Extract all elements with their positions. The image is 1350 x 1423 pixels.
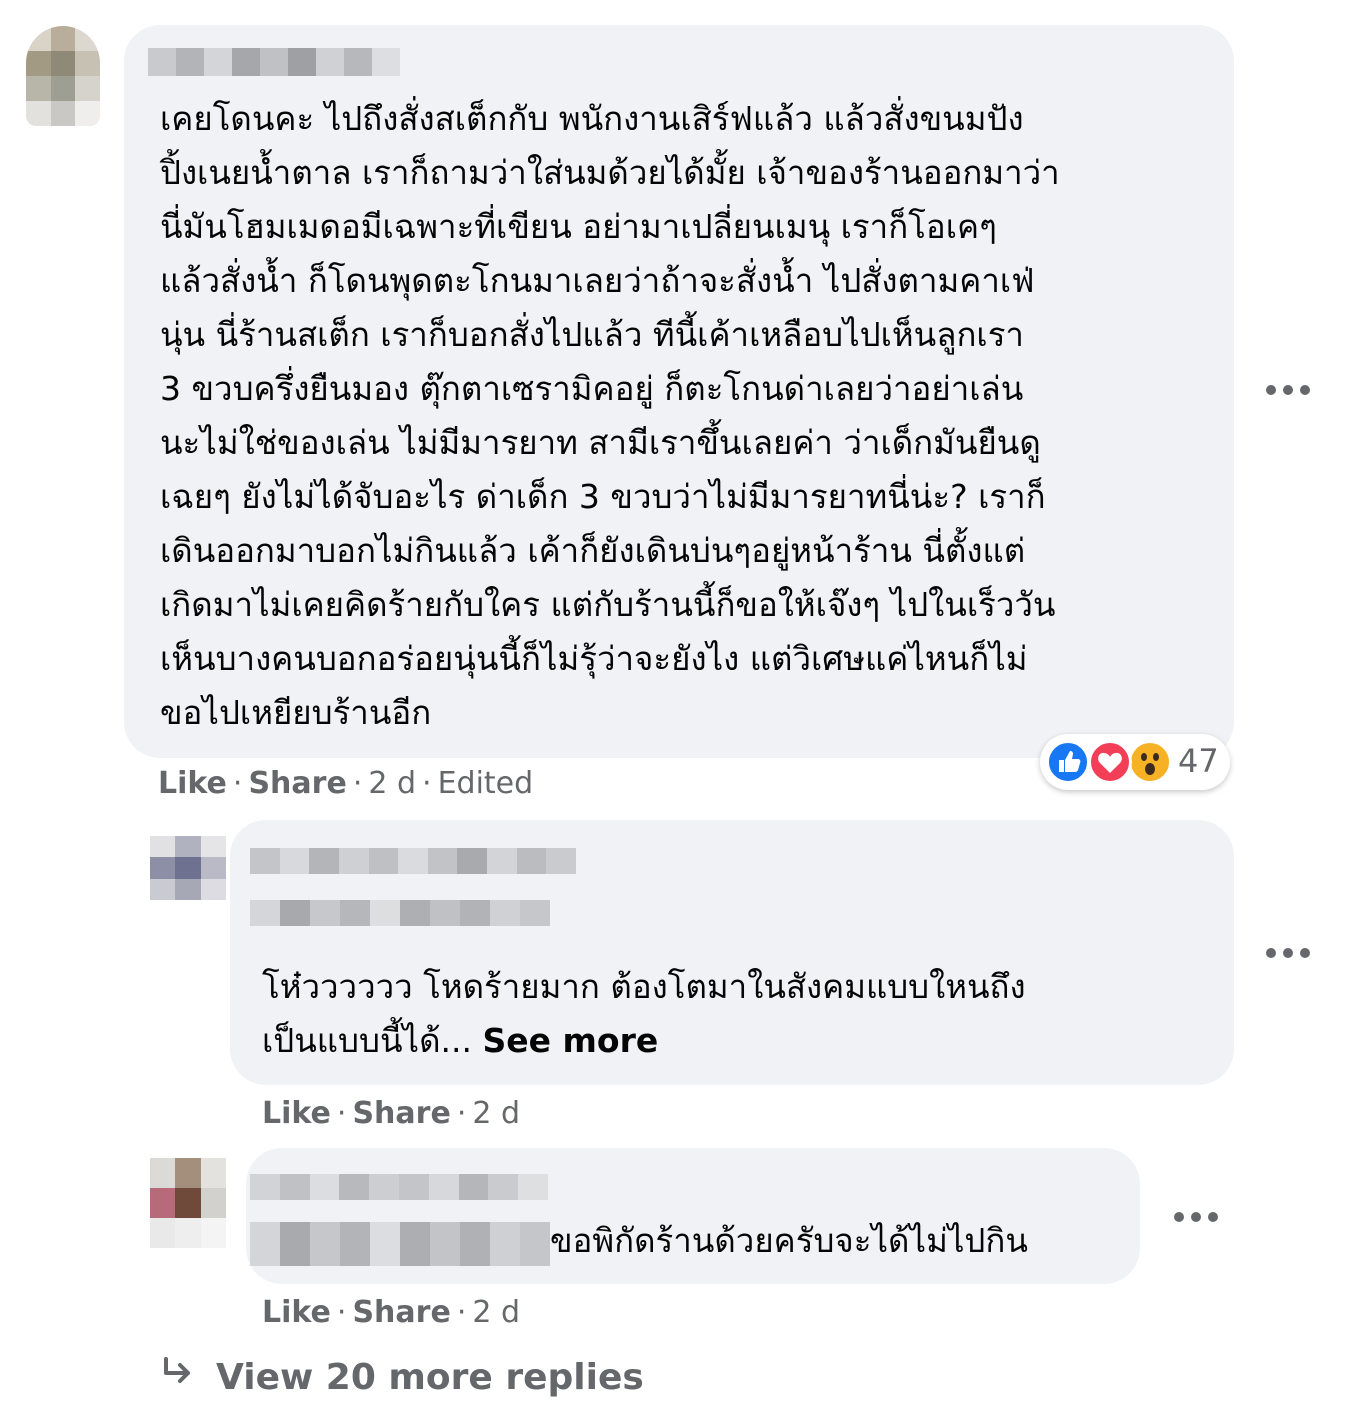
like-button[interactable]: Like [262, 1096, 331, 1131]
see-more-link[interactable]: See more [483, 1021, 659, 1060]
view-more-replies-button[interactable]: View 20 more replies [160, 1355, 644, 1400]
dot-icon [1266, 385, 1276, 395]
timestamp[interactable]: 2 d [472, 1295, 520, 1330]
dot-icon [1300, 385, 1310, 395]
comment-line: 3 ขวบครึ่งยืนมอง ตุ๊กตาเซรามิคอยู่ ก็ตะโ… [160, 369, 1024, 408]
share-button[interactable]: Share [248, 766, 346, 801]
comment-line: นี่มันโฮมเมดอมีเฉพาะที่เขียน อย่ามาเปลี่… [160, 207, 997, 246]
reply-actions: Like · Share · 2 d [262, 1295, 521, 1330]
commenter-avatar[interactable] [26, 26, 100, 126]
comment-text: เคยโดนคะ ไปถึงสั่งสเต็กกับ พนักงานเสิร์ฟ… [160, 92, 1060, 740]
comment-line: เคยโดนคะ ไปถึงสั่งสเต็กกับ พนักงานเสิร์ฟ… [160, 99, 1024, 138]
more-options-button[interactable] [1266, 380, 1310, 400]
timestamp[interactable]: 2 d [472, 1096, 520, 1131]
comment-line: เป็นแบบนี้ได้... See more [262, 1014, 1026, 1068]
share-button[interactable]: Share [352, 1096, 450, 1131]
timestamp[interactable]: 2 d [368, 766, 416, 801]
dot-icon [1283, 385, 1293, 395]
edited-label: Edited [437, 766, 534, 801]
reply-arrow-icon [160, 1355, 216, 1400]
reply-text: โห๋วววววว โหดร้ายมาก ต้องโตมาในสังคมแบบใ… [262, 960, 1026, 1068]
wow-reaction-icon [1128, 740, 1172, 784]
comment-line: เกิดมาไม่เคยคิดร้ายกับใคร แต่กับร้านนี้ก… [160, 585, 1056, 624]
reply-actions: Like · Share · 2 d [262, 1096, 521, 1131]
more-options-button[interactable] [1266, 943, 1310, 963]
share-button[interactable]: Share [352, 1295, 450, 1330]
dot-icon [1300, 948, 1310, 958]
comment-line: เห็นบางคนบอกอร่อยนุ่นนี้ก็ไม่รุ้ว่าจะยัง… [160, 639, 1028, 678]
view-more-label: View 20 more replies [216, 1357, 644, 1398]
reply-text: ขอพิกัดร้านด้วยครับจะได้ไม่ไปกิน [550, 1214, 1028, 1268]
dot-icon [1266, 948, 1276, 958]
commenter-name[interactable] [148, 48, 400, 76]
more-options-button[interactable] [1174, 1207, 1218, 1227]
commenter-subtitle [250, 1222, 550, 1266]
comment-actions: Like · Share · 2 d · Edited [158, 766, 534, 801]
dot-icon [1283, 948, 1293, 958]
like-button[interactable]: Like [262, 1295, 331, 1330]
comment-line: แล้วสั่งน้ำ ก็โดนพุดตะโกนมาเลยว่าถ้าจะสั… [160, 261, 1035, 300]
comment-line: ขอพิกัดร้านด้วยครับจะได้ไม่ไปกิน [550, 1221, 1028, 1260]
reaction-summary[interactable]: 47 [1040, 734, 1230, 790]
comment-line: เดินออกมาบอกไม่กินแล้ว เค้าก็ยังเดินบ่นๆ… [160, 531, 1026, 570]
comment-line: ปิ้งเนยน้ำตาล เราก็ถามว่าใส่นมด้วยได้มั้… [160, 153, 1060, 192]
commenter-avatar[interactable] [150, 1158, 226, 1248]
truncated-line: เป็นแบบนี้ได้... [262, 1021, 473, 1060]
dot-icon [1174, 1212, 1184, 1222]
reaction-count: 47 [1178, 742, 1219, 780]
commenter-name[interactable] [250, 848, 576, 874]
comment-line: โห๋วววววว โหดร้ายมาก ต้องโตมาในสังคมแบบใ… [262, 967, 1026, 1006]
commenter-name[interactable] [250, 1174, 548, 1200]
comment-line: นุ่น นี่ร้านสเต็ก เราก็บอกสั่งไปแล้ว ทีน… [160, 315, 1024, 354]
dot-icon [1191, 1212, 1201, 1222]
love-reaction-icon [1088, 740, 1132, 784]
commenter-subtitle [250, 900, 550, 926]
dot-icon [1208, 1212, 1218, 1222]
comment-line: นะไม่ใช่ของเล่น ไม่มีมารยาท สามีเราขึ้นเ… [160, 423, 1041, 462]
like-reaction-icon [1046, 740, 1090, 784]
comment-line: เฉยๆ ยังไม่ได้จับอะไร ด่าเด็ก 3 ขวบว่าไม… [160, 477, 1046, 516]
comment-line: ขอไปเหยียบร้านอีก [160, 693, 432, 732]
commenter-avatar[interactable] [150, 836, 226, 900]
like-button[interactable]: Like [158, 766, 227, 801]
